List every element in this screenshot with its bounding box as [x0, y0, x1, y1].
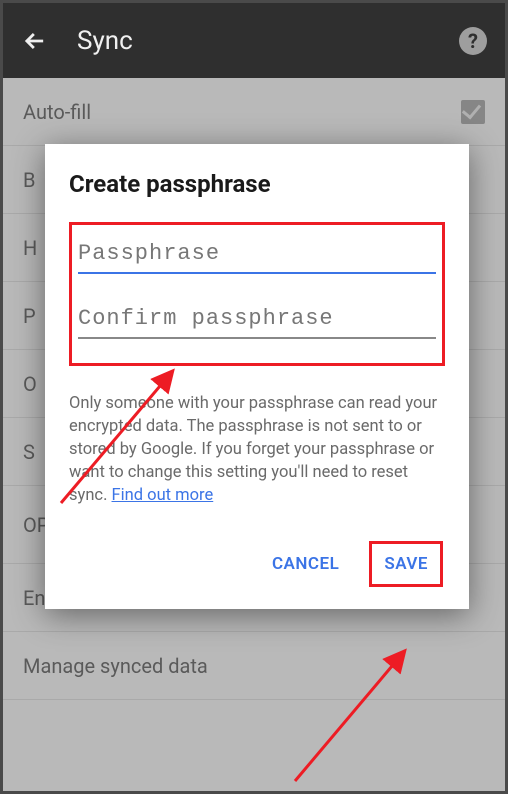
save-highlight-annotation: SAVE	[369, 541, 443, 587]
confirm-passphrase-input[interactable]	[78, 300, 436, 339]
dialog-actions: CANCEL SAVE	[69, 535, 445, 599]
passphrase-field-wrap	[78, 235, 436, 274]
cancel-button[interactable]: CANCEL	[260, 541, 351, 587]
page-title: Sync	[77, 26, 459, 56]
back-icon[interactable]	[21, 27, 49, 55]
confirm-passphrase-field-wrap	[78, 300, 436, 339]
save-button[interactable]: SAVE	[372, 544, 440, 584]
find-out-more-link[interactable]: Find out more	[112, 486, 214, 505]
dialog-title: Create passphrase	[69, 170, 445, 198]
create-passphrase-dialog: Create passphrase Only someone with your…	[45, 144, 469, 609]
dialog-description: Only someone with your passphrase can re…	[69, 392, 445, 507]
passphrase-input[interactable]	[78, 235, 436, 274]
help-icon[interactable]: ?	[459, 27, 487, 55]
input-highlight-annotation	[69, 222, 445, 366]
top-bar: Sync ?	[3, 3, 505, 78]
